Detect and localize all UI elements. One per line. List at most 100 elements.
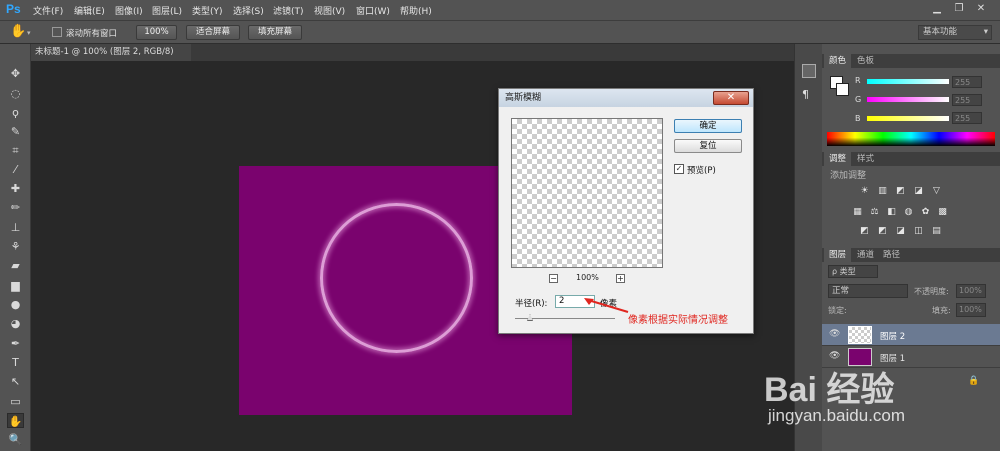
- r-value[interactable]: 255: [952, 76, 982, 88]
- visibility-eye-icon[interactable]: 👁: [829, 329, 840, 339]
- annotation-arrow: [584, 298, 629, 313]
- options-bar: ✋ ▾ 滚动所有窗口 100% 适合屏幕 填充屏幕 基本功能 ▾: [0, 21, 1000, 44]
- tab-channels[interactable]: 通道: [852, 248, 879, 262]
- layer-name[interactable]: 图层 2: [880, 330, 905, 342]
- menu-type[interactable]: 类型(Y): [192, 4, 223, 17]
- hand-tool-active-icon[interactable]: ✋: [7, 413, 24, 428]
- tab-color[interactable]: 颜色: [824, 54, 852, 68]
- tool-preset-chevron-icon[interactable]: ▾: [27, 29, 31, 37]
- posterize-icon[interactable]: ◩: [877, 226, 888, 236]
- quick-select-tool-icon[interactable]: ✎: [7, 124, 24, 139]
- layer-row-2[interactable]: 👁 图层 2: [822, 324, 1000, 346]
- invert-icon[interactable]: ◩: [859, 226, 870, 236]
- move-tool-icon[interactable]: ✥: [7, 66, 24, 81]
- fit-screen-button[interactable]: 适合屏幕: [186, 25, 240, 40]
- dodge-tool-icon[interactable]: ◕: [7, 316, 24, 331]
- eraser-tool-icon[interactable]: ▰: [7, 258, 24, 273]
- levels-icon[interactable]: ▥: [877, 186, 888, 196]
- tab-adjustments[interactable]: 调整: [824, 152, 852, 166]
- menu-view[interactable]: 视图(V): [314, 4, 345, 17]
- zoom-100-button[interactable]: 100%: [136, 25, 177, 40]
- opacity-input[interactable]: 100%: [956, 284, 986, 298]
- color-panel-tabs: 颜色 色板: [822, 54, 1000, 68]
- tab-layers[interactable]: 图层: [824, 248, 852, 262]
- workspace-select[interactable]: 基本功能 ▾: [918, 25, 992, 40]
- zoom-tool-icon[interactable]: 🔍: [7, 432, 24, 447]
- threshold-icon[interactable]: ◪: [895, 226, 906, 236]
- radius-label: 半径(R):: [515, 299, 548, 309]
- background-color-swatch[interactable]: [836, 83, 849, 96]
- rectangle-tool-icon[interactable]: ▭: [7, 394, 24, 409]
- exposure-icon[interactable]: ◪: [913, 186, 924, 196]
- layers-panel-tabs: 图层 通道 路径: [822, 248, 1000, 262]
- brush-tool-icon[interactable]: ✏: [7, 200, 24, 215]
- filter-preview[interactable]: [511, 118, 663, 268]
- ok-button[interactable]: 确定: [674, 119, 742, 133]
- menu-bar: Ps 文件(F) 编辑(E) 图像(I) 图层(L) 类型(Y) 选择(S) 滤…: [0, 0, 1000, 21]
- pen-tool-icon[interactable]: ✒: [7, 336, 24, 351]
- glowing-ring: [320, 203, 473, 353]
- preview-zoom-level: 100%: [576, 273, 599, 282]
- r-slider[interactable]: [867, 79, 949, 84]
- menu-layer[interactable]: 图层(L): [152, 4, 182, 17]
- color-lookup-icon[interactable]: ▩: [937, 207, 948, 217]
- eyedropper-tool-icon[interactable]: ⁄: [7, 162, 24, 177]
- add-adjustment-label: 添加调整: [830, 171, 867, 181]
- tab-paths[interactable]: 路径: [878, 248, 905, 262]
- g-value[interactable]: 255: [952, 94, 982, 106]
- zoom-in-button[interactable]: +: [616, 274, 625, 283]
- close-window-button[interactable]: ✕: [974, 2, 988, 16]
- brightness-icon[interactable]: ☀: [859, 186, 870, 196]
- hand-tool-icon[interactable]: ✋: [10, 24, 26, 39]
- watermark-logo: Bai 经验: [764, 371, 895, 409]
- restore-button[interactable]: ❐: [952, 2, 966, 16]
- color-balance-icon[interactable]: ⚖: [869, 207, 880, 217]
- blur-tool-icon[interactable]: ●: [7, 297, 24, 312]
- menu-help[interactable]: 帮助(H): [400, 4, 432, 17]
- layer-filter-select[interactable]: ρ 类型: [828, 265, 878, 278]
- type-tool-icon[interactable]: T: [7, 355, 24, 370]
- dialog-close-button[interactable]: ✕: [713, 91, 749, 105]
- healing-brush-icon[interactable]: ✚: [7, 181, 24, 196]
- blend-mode-select[interactable]: 正常: [828, 284, 908, 298]
- selective-color-icon[interactable]: ◫: [913, 226, 924, 236]
- color-spectrum[interactable]: [827, 132, 995, 146]
- black-white-icon[interactable]: ◧: [886, 207, 897, 217]
- tab-styles[interactable]: 样式: [852, 152, 879, 166]
- fill-input[interactable]: 100%: [956, 303, 986, 317]
- gradient-map-icon[interactable]: ▤: [931, 226, 942, 236]
- character-panel-icon[interactable]: ¶: [802, 88, 816, 102]
- vibrance-icon[interactable]: ▽: [931, 186, 942, 196]
- annotation-text: 像素根据实际情况调整: [628, 315, 728, 326]
- b-value[interactable]: 255: [952, 112, 982, 124]
- g-slider[interactable]: [867, 97, 949, 102]
- menu-file[interactable]: 文件(F): [33, 4, 63, 17]
- preview-checkbox[interactable]: ✓: [674, 164, 684, 174]
- gradient-tool-icon[interactable]: ▆: [7, 278, 24, 293]
- clone-stamp-icon[interactable]: ⊥: [7, 220, 24, 235]
- tab-swatches[interactable]: 色板: [852, 54, 879, 68]
- channel-mixer-icon[interactable]: ✿: [920, 207, 931, 217]
- crop-tool-icon[interactable]: ⌗: [7, 143, 24, 158]
- history-panel-icon[interactable]: [802, 64, 816, 78]
- menu-edit[interactable]: 编辑(E): [74, 4, 105, 17]
- menu-image[interactable]: 图像(I): [115, 4, 143, 17]
- menu-window[interactable]: 窗口(W): [356, 4, 390, 17]
- menu-filter[interactable]: 滤镜(T): [273, 4, 304, 17]
- photo-filter-icon[interactable]: ◍: [903, 207, 914, 217]
- menu-select[interactable]: 选择(S): [233, 4, 264, 17]
- marquee-tool-icon[interactable]: ◌: [7, 86, 24, 101]
- hue-saturation-icon[interactable]: ▦: [852, 207, 863, 217]
- curves-icon[interactable]: ◩: [895, 186, 906, 196]
- zoom-out-button[interactable]: −: [549, 274, 558, 283]
- chevron-down-icon: ▾: [983, 27, 988, 37]
- fill-screen-button[interactable]: 填充屏幕: [248, 25, 302, 40]
- reset-button[interactable]: 复位: [674, 139, 742, 153]
- minimize-button[interactable]: ▁: [930, 2, 944, 16]
- history-brush-icon[interactable]: ⚘: [7, 239, 24, 254]
- scroll-all-checkbox[interactable]: [52, 27, 62, 37]
- lasso-tool-icon[interactable]: ϙ: [7, 105, 24, 120]
- document-tab[interactable]: 未标题-1 @ 100% (图层 2, RGB/8) *×: [31, 44, 191, 74]
- path-select-icon[interactable]: ↖: [7, 374, 24, 389]
- b-slider[interactable]: [867, 116, 949, 121]
